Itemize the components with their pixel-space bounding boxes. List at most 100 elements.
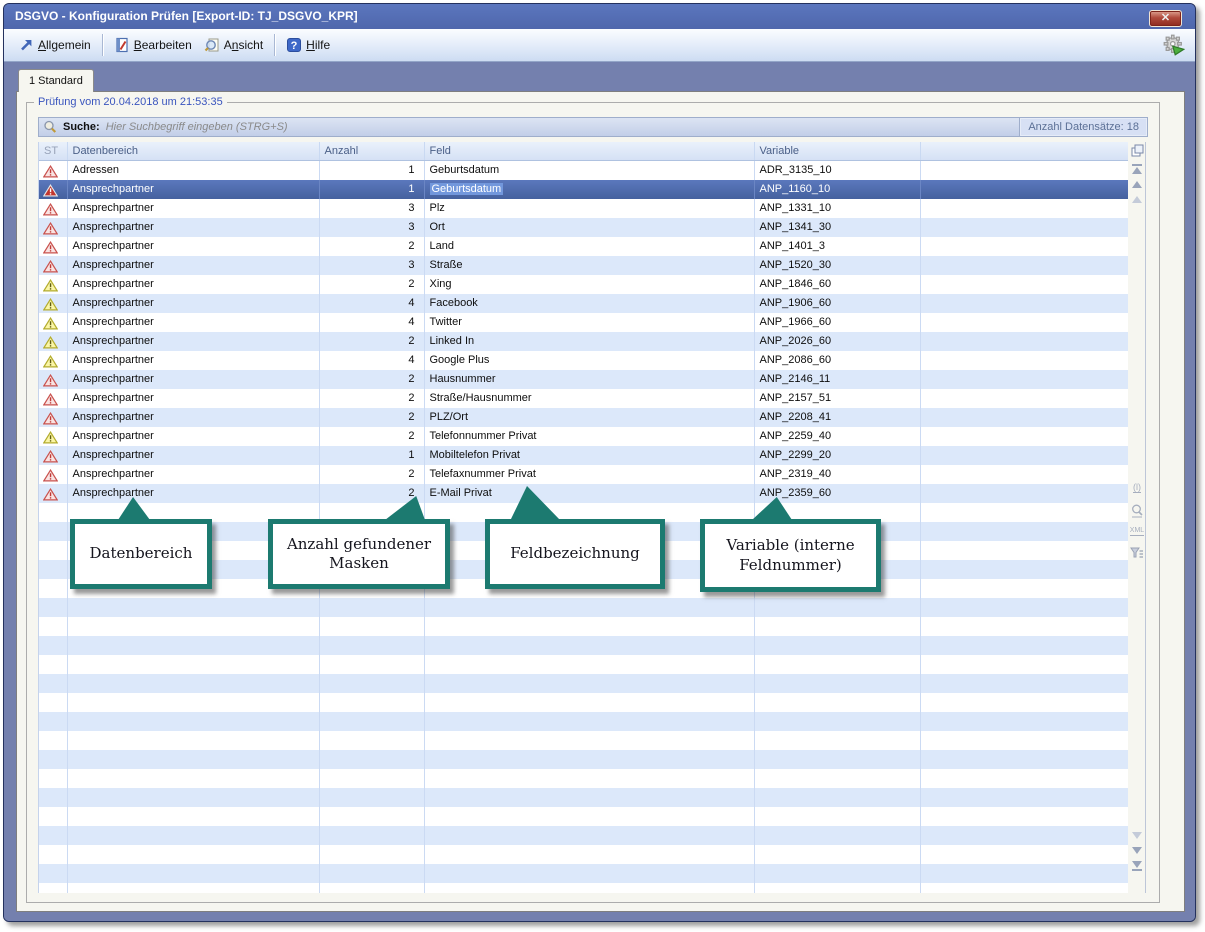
window-title: DSGVO - Konfiguration Prüfen [Export-ID:… <box>15 9 358 23</box>
status-cell <box>39 370 67 389</box>
cell-variable: ANP_1966_60 <box>754 313 920 332</box>
arrow-up-right-icon <box>18 37 34 53</box>
cell-feld: Google Plus <box>424 351 754 370</box>
status-cell <box>39 180 67 199</box>
scroll-down-alt-icon[interactable] <box>1130 832 1144 839</box>
status-cell <box>39 275 67 294</box>
cell-variable: ANP_2157_51 <box>754 389 920 408</box>
cell-feld: Telefonnummer Privat <box>424 427 754 446</box>
table-row[interactable]: Ansprechpartner 3 Ort ANP_1341_30 <box>39 218 1128 237</box>
table-row[interactable]: Ansprechpartner 3 Plz ANP_1331_10 <box>39 199 1128 218</box>
column-width-icon[interactable]: (l) <box>1130 483 1144 493</box>
table-row[interactable]: Ansprechpartner 2 Linked In ANP_2026_60 <box>39 332 1128 351</box>
cell-feld: Twitter <box>424 313 754 332</box>
record-count-badge: Anzahl Datensätze: 18 <box>1019 118 1147 136</box>
header-st[interactable]: ST <box>39 142 67 160</box>
xml-icon[interactable]: XML <box>1130 527 1144 536</box>
scroll-bottom-icon[interactable] <box>1130 861 1144 871</box>
menu-allgemein[interactable]: Allgemein <box>12 34 97 56</box>
cell-datenbereich: Adressen <box>67 160 319 180</box>
scroll-up-icon[interactable] <box>1130 181 1144 188</box>
cell-variable: ANP_2146_11 <box>754 370 920 389</box>
table-row[interactable]: Ansprechpartner 4 Facebook ANP_1906_60 <box>39 294 1128 313</box>
scroll-top-icon[interactable] <box>1130 164 1144 174</box>
cell-anzahl: 2 <box>319 275 424 294</box>
menu-bearbeiten[interactable]: Bearbeiten <box>108 34 198 56</box>
empty-row <box>39 807 1128 826</box>
table-side-toolbar: (l) XML <box>1128 142 1146 893</box>
magnifier-document-icon <box>204 37 220 53</box>
status-cell <box>39 237 67 256</box>
status-cell <box>39 351 67 370</box>
table-row[interactable]: Ansprechpartner 2 Straße/Hausnummer ANP_… <box>39 389 1128 408</box>
content-area: 1 Standard Prüfung vom 20.04.2018 um 21:… <box>4 62 1195 921</box>
warning-triangle-icon <box>43 165 58 178</box>
table-row[interactable]: Ansprechpartner 3 Straße ANP_1520_30 <box>39 256 1128 275</box>
scroll-up-alt-icon[interactable] <box>1130 196 1144 203</box>
table-row[interactable]: Ansprechpartner 1 Geburtsdatum ANP_1160_… <box>39 180 1128 199</box>
cell-filler <box>920 294 1128 313</box>
header-variable[interactable]: Variable <box>754 142 920 160</box>
table-row[interactable]: Ansprechpartner 4 Google Plus ANP_2086_6… <box>39 351 1128 370</box>
cell-datenbereich: Ansprechpartner <box>67 199 319 218</box>
empty-row <box>39 769 1128 788</box>
status-cell <box>39 427 67 446</box>
table-row[interactable]: Ansprechpartner 2 Land ANP_1401_3 <box>39 237 1128 256</box>
cell-anzahl: 1 <box>319 446 424 465</box>
table-row[interactable]: Ansprechpartner 4 Twitter ANP_1966_60 <box>39 313 1128 332</box>
run-export-button[interactable] <box>1163 34 1187 56</box>
warning-triangle-icon <box>43 450 58 463</box>
menu-hilfe[interactable]: ? Hilfe <box>280 34 336 56</box>
cell-variable: ADR_3135_10 <box>754 160 920 180</box>
cell-filler <box>920 313 1128 332</box>
tab-standard[interactable]: 1 Standard <box>18 69 94 92</box>
empty-row <box>39 674 1128 693</box>
menu-ansicht[interactable]: Ansicht <box>198 34 269 56</box>
search-input[interactable]: Hier Suchbegriff eingeben (STRG+S) <box>106 121 288 133</box>
header-anzahl[interactable]: Anzahl <box>319 142 424 160</box>
header-feld[interactable]: Feld <box>424 142 754 160</box>
warning-triangle-icon <box>43 279 58 292</box>
table-row[interactable]: Ansprechpartner 2 Telefaxnummer Privat A… <box>39 465 1128 484</box>
cell-datenbereich: Ansprechpartner <box>67 351 319 370</box>
cell-feld: Xing <box>424 275 754 294</box>
search-bar[interactable]: Suche: Hier Suchbegriff eingeben (STRG+S… <box>38 117 1148 137</box>
table-row[interactable]: Ansprechpartner 2 PLZ/Ort ANP_2208_41 <box>39 408 1128 427</box>
scroll-down-icon[interactable] <box>1130 847 1144 854</box>
cell-filler <box>920 237 1128 256</box>
status-cell <box>39 446 67 465</box>
cell-anzahl: 2 <box>319 332 424 351</box>
callout-anzahl: Anzahl gefundener Masken <box>268 519 450 589</box>
cell-variable: ANP_1401_3 <box>754 237 920 256</box>
table-row[interactable]: Ansprechpartner 2 E-Mail Privat ANP_2359… <box>39 484 1128 503</box>
warning-triangle-icon <box>43 374 58 387</box>
filter-icon[interactable] <box>1130 547 1144 559</box>
cell-datenbereich: Ansprechpartner <box>67 427 319 446</box>
empty-row <box>39 731 1128 750</box>
cell-filler <box>920 370 1128 389</box>
header-datenbereich[interactable]: Datenbereich <box>67 142 319 160</box>
warning-triangle-icon <box>43 317 58 330</box>
cell-filler <box>920 427 1128 446</box>
cell-anzahl: 2 <box>319 427 424 446</box>
table-row[interactable]: Adressen 1 Geburtsdatum ADR_3135_10 <box>39 160 1128 180</box>
close-button[interactable]: ✕ <box>1149 10 1182 27</box>
cell-datenbereich: Ansprechpartner <box>67 465 319 484</box>
table-row[interactable]: Ansprechpartner 2 Telefonnummer Privat A… <box>39 427 1128 446</box>
header-filler <box>920 142 1128 160</box>
cell-variable: ANP_2319_40 <box>754 465 920 484</box>
empty-row <box>39 750 1128 769</box>
warning-triangle-icon <box>43 222 58 235</box>
table-row[interactable]: Ansprechpartner 2 Hausnummer ANP_2146_11 <box>39 370 1128 389</box>
cell-feld: PLZ/Ort <box>424 408 754 427</box>
table-row[interactable]: Ansprechpartner 1 Mobiltelefon Privat AN… <box>39 446 1128 465</box>
cell-feld: Geburtsdatum <box>424 180 754 199</box>
cell-datenbereich: Ansprechpartner <box>67 446 319 465</box>
table-row[interactable]: Ansprechpartner 2 Xing ANP_1846_60 <box>39 275 1128 294</box>
copy-icon[interactable] <box>1130 144 1144 157</box>
cell-feld: Land <box>424 237 754 256</box>
cell-filler <box>920 218 1128 237</box>
zoom-icon[interactable] <box>1130 504 1144 518</box>
cell-feld: Mobiltelefon Privat <box>424 446 754 465</box>
cell-anzahl: 4 <box>319 351 424 370</box>
